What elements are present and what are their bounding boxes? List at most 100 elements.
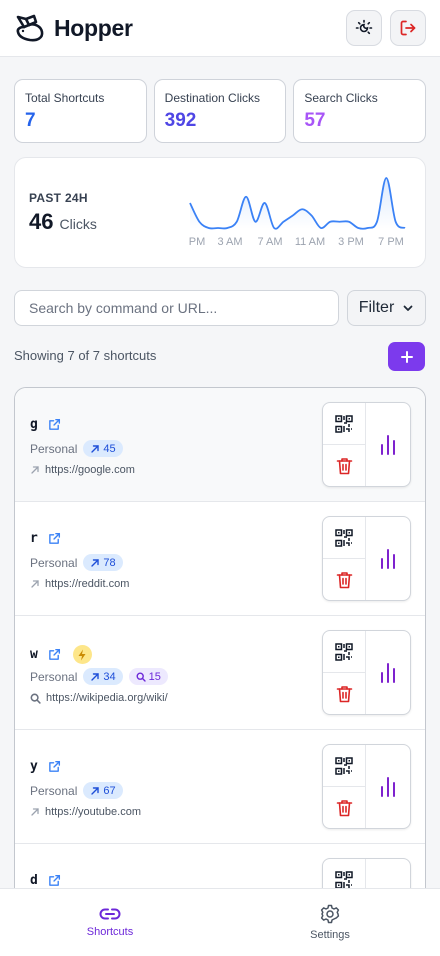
qr-code-icon <box>335 756 353 775</box>
external-link-icon[interactable] <box>48 648 61 661</box>
stat-total-shortcuts: Total Shortcuts 7 <box>14 79 147 143</box>
arrow-up-right-icon <box>31 580 39 588</box>
click-unit: Clicks <box>59 216 97 232</box>
stat-destination-clicks: Destination Clicks 392 <box>153 79 287 143</box>
search-input[interactable] <box>14 290 339 326</box>
logout-button[interactable] <box>390 10 426 46</box>
sparkline-area <box>190 178 405 229</box>
shortcut-category: Personal <box>30 669 78 684</box>
tab-label: Settings <box>310 929 350 941</box>
filter-label: Filter <box>358 299 395 316</box>
stat-value: 7 <box>25 110 36 131</box>
plus-icon <box>400 350 413 363</box>
external-link-icon[interactable] <box>48 760 61 773</box>
qr-code-button[interactable] <box>323 517 365 559</box>
click-count: 46 <box>29 209 54 234</box>
destination-clicks-badge: 34 <box>83 668 123 685</box>
shortcut-row[interactable]: r Personal 78 https://reddit.com <box>15 502 425 616</box>
trash-icon <box>336 571 352 588</box>
shortcut-actions <box>322 516 411 601</box>
destination-clicks-count: 67 <box>103 784 116 797</box>
stat-search-clicks: Search Clicks 57 <box>293 79 427 143</box>
rabbit-logo-icon <box>16 14 44 42</box>
delete-button[interactable] <box>323 559 365 600</box>
shortcut-url: https://reddit.com <box>45 578 130 590</box>
shortcut-list: g Personal 45 https://google.com r Perso… <box>14 387 426 888</box>
external-link-icon[interactable] <box>48 532 61 545</box>
trash-icon <box>336 799 352 816</box>
x-tick-label: 11 AM <box>295 236 325 248</box>
stats-button[interactable] <box>366 403 410 486</box>
shortcut-actions <box>322 858 411 888</box>
add-shortcut-button[interactable] <box>388 342 425 371</box>
qr-code-button[interactable] <box>323 859 365 888</box>
shortcut-command: y <box>30 759 38 774</box>
external-link-icon[interactable] <box>48 418 61 431</box>
shortcut-actions <box>322 402 411 487</box>
tab-label: Shortcuts <box>86 926 134 938</box>
qr-code-icon <box>335 528 353 547</box>
search-icon <box>30 693 41 704</box>
stats-row: Total Shortcuts 7 Destination Clicks 392… <box>14 79 427 143</box>
destination-clicks-count: 34 <box>103 670 116 683</box>
delete-button[interactable] <box>323 787 365 828</box>
qr-code-button[interactable] <box>323 745 365 787</box>
x-tick-label: 7 AM <box>257 236 282 248</box>
search-clicks-count: 15 <box>148 670 161 683</box>
stats-button[interactable] <box>366 631 410 714</box>
shortcut-category: Personal <box>30 783 78 798</box>
activity-sparkline: PM 3 AM 7 AM 11 AM 3 PM 7 PM <box>189 177 406 248</box>
x-tick-label: PM <box>189 236 206 248</box>
qr-code-button[interactable] <box>323 403 365 445</box>
qr-code-icon <box>335 414 353 433</box>
arrow-up-right-icon <box>91 672 100 681</box>
chevron-down-icon <box>403 305 413 311</box>
shortcut-count-label: Showing 7 of 7 shortcuts <box>14 348 157 363</box>
arrow-up-right-icon <box>91 444 100 453</box>
shortcut-command: g <box>30 417 38 432</box>
stat-value: 392 <box>164 110 197 131</box>
shortcut-row[interactable]: g Personal 45 https://google.com <box>15 388 425 502</box>
link-icon <box>99 908 121 920</box>
arrow-up-right-icon <box>91 558 100 567</box>
bottom-tab-bar: Shortcuts Settings <box>0 888 440 956</box>
destination-clicks-count: 45 <box>103 442 116 455</box>
external-link-icon[interactable] <box>48 874 61 887</box>
destination-clicks-badge: 45 <box>83 440 123 457</box>
trash-icon <box>336 457 352 474</box>
x-tick-label: 7 PM <box>378 236 404 248</box>
search-row: Filter <box>14 290 426 326</box>
qr-code-button[interactable] <box>323 631 365 673</box>
tab-shortcuts[interactable]: Shortcuts <box>0 889 220 956</box>
stats-button[interactable] <box>366 859 410 888</box>
bar-chart-icon <box>381 434 395 455</box>
shortcut-row[interactable]: y Personal 67 https://youtube.com <box>15 730 425 844</box>
qr-code-icon <box>335 870 353 888</box>
search-icon <box>136 671 146 682</box>
delete-button[interactable] <box>323 445 365 486</box>
delete-button[interactable] <box>323 673 365 714</box>
shortcut-actions <box>322 630 411 715</box>
stats-button[interactable] <box>366 745 410 828</box>
destination-clicks-badge: 67 <box>83 782 123 799</box>
stats-button[interactable] <box>366 517 410 600</box>
logout-icon <box>400 20 416 36</box>
shortcut-row[interactable]: d <box>15 844 425 888</box>
lightning-icon <box>72 645 92 664</box>
activity-card: PAST 24H 46 Clicks PM 3 AM 7 AM 11 AM 3 PM 7 … <box>14 157 426 268</box>
destination-clicks-count: 78 <box>103 556 116 569</box>
shortcut-row[interactable]: w Personal 34 15 https://wikipedia.org/w… <box>15 616 425 730</box>
stat-value: 57 <box>304 110 326 131</box>
trash-icon <box>336 685 352 702</box>
tab-settings[interactable]: Settings <box>220 889 440 956</box>
arrow-up-right-icon <box>31 808 39 816</box>
bar-chart-icon <box>381 662 395 683</box>
filter-button[interactable]: Filter <box>347 290 426 326</box>
period-label: PAST 24H <box>29 191 88 205</box>
theme-toggle-button[interactable] <box>346 10 382 46</box>
search-clicks-badge: 15 <box>128 668 168 685</box>
app-header: Hopper <box>0 0 440 57</box>
app-logo: Hopper <box>14 13 133 43</box>
app-title: Hopper <box>54 14 133 41</box>
x-tick-label: 3 PM <box>338 236 364 248</box>
